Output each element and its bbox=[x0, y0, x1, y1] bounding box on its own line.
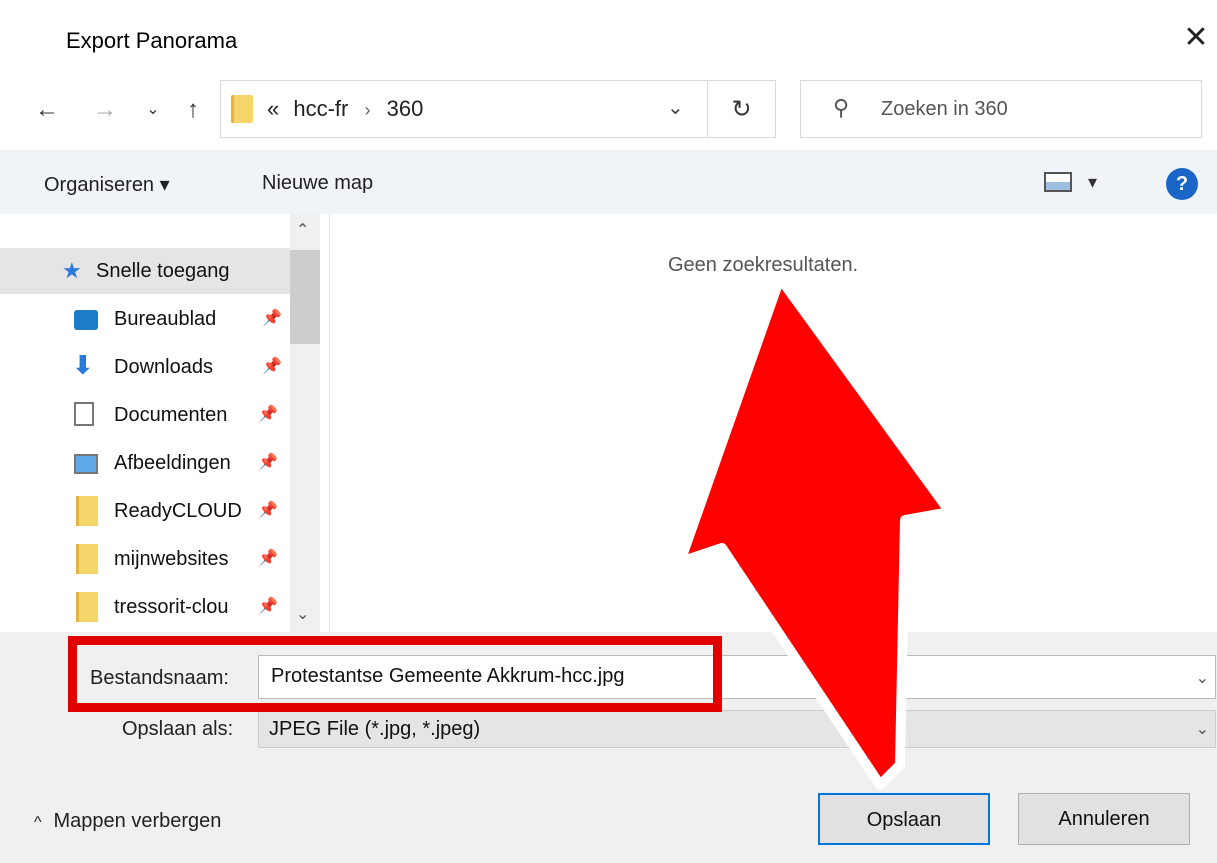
breadcrumb-item[interactable]: 360 bbox=[387, 96, 424, 121]
pin-icon[interactable]: 📌 bbox=[258, 548, 278, 568]
new-folder-button[interactable]: Nieuwe map bbox=[262, 172, 373, 195]
breadcrumb-separator-icon[interactable]: › bbox=[365, 100, 371, 120]
search-placeholder: Zoeken in 360 bbox=[881, 98, 1008, 120]
up-arrow-icon[interactable]: ↑ bbox=[176, 92, 210, 128]
address-bar[interactable]: « hcc-fr › 360 ⌄ bbox=[220, 80, 708, 138]
document-icon bbox=[74, 402, 94, 426]
sidebar-item-label: Afbeeldingen bbox=[114, 452, 231, 474]
organize-button[interactable]: Organiseren ▾ bbox=[44, 172, 170, 197]
refresh-icon[interactable]: ↻ bbox=[708, 80, 776, 138]
filetype-value: JPEG File (*.jpg, *.jpeg) bbox=[269, 718, 481, 740]
forward-arrow-icon[interactable]: → bbox=[88, 92, 122, 128]
chevron-down-icon[interactable]: ⌄ bbox=[667, 95, 684, 120]
title-bar: Export Panorama ✕ bbox=[0, 0, 1217, 80]
chevron-down-icon[interactable]: ▾ bbox=[1088, 172, 1097, 193]
breadcrumb-overflow[interactable]: « bbox=[267, 96, 279, 121]
star-icon: ★ bbox=[62, 258, 82, 283]
back-arrow-icon[interactable]: ← bbox=[30, 92, 64, 128]
chevron-down-icon[interactable]: ⌄ bbox=[1196, 719, 1209, 739]
close-icon[interactable]: ✕ bbox=[1180, 22, 1212, 54]
sidebar-item-label: Downloads bbox=[114, 356, 213, 378]
save-button[interactable]: Opslaan bbox=[818, 793, 990, 845]
desktop-icon bbox=[74, 310, 98, 330]
recent-locations-chevron-icon[interactable]: ⌄ bbox=[136, 92, 170, 128]
pictures-icon bbox=[74, 454, 98, 474]
pin-icon[interactable]: 📌 bbox=[258, 404, 278, 424]
sidebar-item-label: Documenten bbox=[114, 404, 228, 426]
window-title: Export Panorama bbox=[66, 28, 238, 53]
scroll-down-icon[interactable]: ⌄ bbox=[296, 604, 309, 624]
download-icon: ⬇ bbox=[72, 350, 94, 380]
sidebar-item-desktop[interactable]: Bureaublad 📌 bbox=[0, 296, 290, 342]
search-icon: ⚲ bbox=[833, 95, 850, 120]
filetype-select[interactable]: JPEG File (*.jpg, *.jpeg) ⌄ bbox=[258, 710, 1216, 748]
folder-icon bbox=[231, 95, 253, 123]
annotation-highlight-box bbox=[68, 636, 722, 712]
search-input[interactable]: ⚲ Zoeken in 360 bbox=[800, 80, 1202, 138]
help-icon[interactable]: ? bbox=[1166, 168, 1198, 200]
cancel-button[interactable]: Annuleren bbox=[1018, 793, 1190, 845]
folder-icon bbox=[76, 496, 98, 526]
folder-icon bbox=[76, 544, 98, 574]
sidebar-item-label: Snelle toegang bbox=[96, 260, 230, 282]
pin-icon[interactable]: 📌 bbox=[262, 356, 282, 376]
sidebar-item-label: tressorit-clou bbox=[114, 596, 229, 618]
hide-folders-toggle[interactable]: ^ Mappen verbergen bbox=[34, 810, 221, 833]
sidebar-item-label: Bureaublad bbox=[114, 308, 217, 330]
breadcrumb-item[interactable]: hcc-fr bbox=[293, 96, 348, 121]
sidebar-item-pictures[interactable]: Afbeeldingen 📌 bbox=[0, 440, 290, 486]
pin-icon[interactable]: 📌 bbox=[258, 500, 278, 520]
sidebar-item-quick-access[interactable]: ★ Snelle toegang bbox=[0, 248, 290, 294]
sidebar-item-tressorit[interactable]: tressorit-clou 📌 bbox=[0, 584, 290, 630]
folder-icon bbox=[76, 592, 98, 622]
chevron-down-icon[interactable]: ⌄ bbox=[1196, 668, 1209, 688]
command-toolbar: Organiseren ▾ Nieuwe map ▾ bbox=[0, 150, 1217, 214]
pin-icon[interactable]: 📌 bbox=[258, 596, 278, 616]
sidebar-item-label: mijnwebsites bbox=[114, 548, 229, 570]
view-options-icon[interactable] bbox=[1044, 172, 1072, 192]
empty-results-text: Geen zoekresultaten. bbox=[668, 254, 859, 276]
hide-folders-label: Mappen verbergen bbox=[53, 810, 222, 832]
sidebar-item-label: ReadyCLOUD bbox=[114, 500, 242, 522]
pin-icon[interactable]: 📌 bbox=[258, 452, 278, 472]
scroll-up-icon[interactable]: ⌃ bbox=[296, 220, 309, 240]
sidebar-item-mijnwebsites[interactable]: mijnwebsites 📌 bbox=[0, 536, 290, 582]
pin-icon[interactable]: 📌 bbox=[262, 308, 282, 328]
filetype-label: Opslaan als: bbox=[122, 718, 234, 740]
scrollbar-thumb[interactable] bbox=[290, 250, 320, 344]
sidebar-item-documents[interactable]: Documenten 📌 bbox=[0, 392, 290, 438]
chevron-up-icon: ^ bbox=[34, 814, 42, 831]
breadcrumb: « hcc-fr › 360 bbox=[267, 96, 423, 122]
sidebar-item-readycloud[interactable]: ReadyCLOUD 📌 bbox=[0, 488, 290, 534]
sidebar-item-downloads[interactable]: ⬇ Downloads 📌 bbox=[0, 344, 290, 390]
